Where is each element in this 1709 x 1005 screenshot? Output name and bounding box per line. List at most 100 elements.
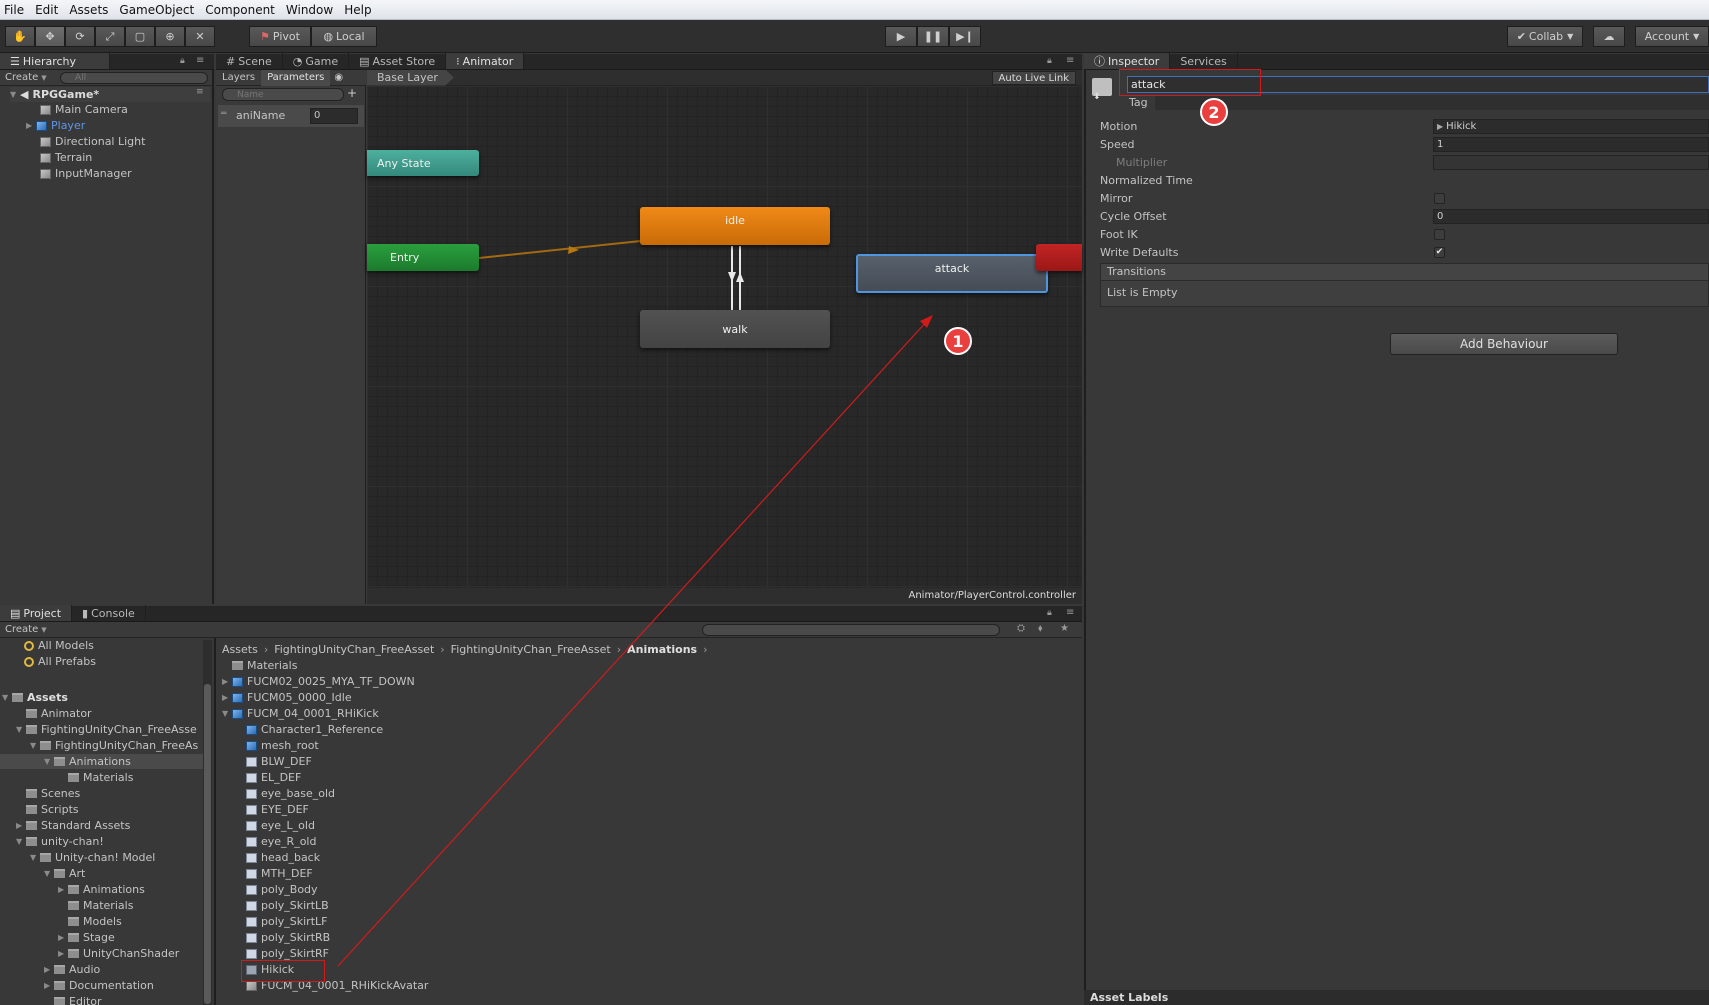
hierarchy-item-player[interactable]: ▶ Player bbox=[26, 118, 85, 133]
folder-tree-item[interactable]: Editor bbox=[44, 994, 102, 1005]
expand-arrow-icon[interactable]: ▼ bbox=[44, 869, 54, 878]
hierarchy-item-directional-light[interactable]: Directional Light bbox=[40, 134, 145, 149]
tree-scrollbar-thumb[interactable] bbox=[204, 684, 211, 1004]
step-button[interactable]: ▶❙ bbox=[949, 26, 981, 47]
folder-tree-item[interactable]: ▼ Art bbox=[44, 866, 85, 881]
folder-tree-item[interactable]: ▼ FightingUnityChan_FreeAs bbox=[30, 738, 198, 753]
foot-ik-checkbox[interactable] bbox=[1434, 229, 1445, 240]
tab-asset-store[interactable]: ▤ Asset Store bbox=[349, 53, 447, 69]
expand-arrow-icon[interactable]: ▼ bbox=[30, 741, 40, 750]
motion-field[interactable]: ▶ Hikick bbox=[1433, 119, 1709, 134]
lock-icon[interactable]: 🔒︎ bbox=[1047, 608, 1052, 618]
breadcrumb-item[interactable]: FightingUnityChan_FreeAsset bbox=[274, 643, 434, 656]
hierarchy-item-inputmanager[interactable]: InputManager bbox=[40, 166, 132, 181]
local-button[interactable]: ◍ Local bbox=[311, 26, 377, 47]
idle-state-node[interactable]: idle bbox=[640, 207, 830, 245]
scene-row[interactable]: ▼ ◀ RPGGame* bbox=[10, 87, 210, 102]
asset-list-item[interactable]: MTH_DEF bbox=[236, 866, 313, 881]
multiplier-field[interactable] bbox=[1433, 155, 1709, 170]
asset-list-item[interactable]: poly_SkirtLB bbox=[236, 898, 329, 913]
folder-tree-item[interactable]: Models bbox=[58, 914, 122, 929]
rect-tool-button[interactable]: ▢ bbox=[125, 26, 155, 47]
hierarchy-search-input[interactable] bbox=[60, 72, 208, 84]
cloud-button[interactable]: ☁ bbox=[1593, 26, 1625, 47]
asset-list-item[interactable]: EL_DEF bbox=[236, 770, 301, 785]
folder-tree-item[interactable]: ▶ Documentation bbox=[44, 978, 154, 993]
cycle-offset-field[interactable]: 0 bbox=[1433, 209, 1709, 224]
transform-tool-button[interactable]: ⊕ bbox=[155, 26, 185, 47]
param-row[interactable]: ═ aniName 0 bbox=[218, 105, 364, 127]
project-create-dropdown[interactable]: Create bbox=[5, 624, 38, 635]
tab-inspector[interactable]: ⓘ Inspector bbox=[1084, 53, 1171, 69]
expand-arrow-icon[interactable]: ▶ bbox=[222, 677, 232, 686]
tree-scrollbar[interactable] bbox=[203, 640, 212, 1005]
expand-arrow-icon[interactable]: ▼ bbox=[44, 757, 54, 766]
speed-field[interactable]: 1 bbox=[1433, 137, 1709, 152]
asset-list-item[interactable]: ▶ FUCM02_0025_MYA_TF_DOWN bbox=[222, 674, 415, 689]
hand-tool-button[interactable]: ✋ bbox=[5, 26, 35, 47]
expand-arrow-icon[interactable]: ▼ bbox=[30, 853, 40, 862]
play-button[interactable]: ▶ bbox=[885, 26, 917, 47]
create-dropdown[interactable]: Create bbox=[5, 72, 38, 83]
entry-node[interactable]: Entry bbox=[367, 244, 479, 271]
folder-tree-item[interactable]: ▶ Audio bbox=[44, 962, 100, 977]
favorite-star-icon[interactable]: ★ bbox=[1060, 623, 1069, 634]
auto-live-link-button[interactable]: Auto Live Link bbox=[991, 71, 1076, 85]
collab-button[interactable]: ✔ Collab ▼ bbox=[1507, 26, 1583, 47]
asset-list-item[interactable]: Character1_Reference bbox=[236, 722, 383, 737]
rotate-tool-button[interactable]: ⟳ bbox=[65, 26, 95, 47]
breadcrumb-item[interactable]: Assets bbox=[222, 643, 258, 656]
menu-window[interactable]: Window bbox=[282, 3, 340, 17]
favorite-all-prefabs[interactable]: All Prefabs bbox=[24, 654, 96, 669]
breadcrumb-item[interactable]: FightingUnityChan_FreeAsset bbox=[451, 643, 611, 656]
scale-tool-button[interactable]: ⤢ bbox=[95, 26, 125, 47]
expand-arrow-icon[interactable]: ▶ bbox=[58, 933, 68, 942]
folder-tree-item[interactable]: ▶ UnityChanShader bbox=[58, 946, 179, 961]
exit-node[interactable] bbox=[1036, 244, 1082, 271]
menu-edit[interactable]: Edit bbox=[31, 3, 65, 17]
asset-list-item[interactable]: poly_SkirtLF bbox=[236, 914, 327, 929]
base-layer-breadcrumb[interactable]: Base Layer bbox=[367, 69, 454, 86]
menu-assets[interactable]: Assets bbox=[65, 3, 115, 17]
add-behaviour-button[interactable]: Add Behaviour bbox=[1390, 333, 1618, 355]
expand-arrow-icon[interactable]: ▶ bbox=[58, 949, 68, 958]
hierarchy-item-main-camera[interactable]: Main Camera bbox=[40, 102, 128, 117]
folder-tree-item[interactable]: Animator bbox=[16, 706, 92, 721]
scene-menu-icon[interactable]: ≡ bbox=[196, 87, 204, 97]
folder-tree-item[interactable]: ▶ Animations bbox=[58, 882, 145, 897]
expand-arrow-icon[interactable]: ▶ bbox=[16, 821, 26, 830]
expand-arrow-icon[interactable]: ▶ bbox=[222, 693, 232, 702]
eye-icon[interactable]: ◉ bbox=[334, 72, 343, 83]
project-search-input[interactable] bbox=[702, 624, 1000, 636]
move-tool-button[interactable]: ✥ bbox=[35, 26, 65, 47]
pause-button[interactable]: ❚❚ bbox=[917, 26, 949, 47]
panel-menu-icon[interactable]: ≡ bbox=[1066, 55, 1074, 66]
account-button[interactable]: Account ▼ bbox=[1635, 26, 1709, 47]
pivot-button[interactable]: ⚑ Pivot bbox=[249, 26, 311, 47]
asset-list-item[interactable]: eye_base_old bbox=[236, 786, 335, 801]
folder-tree-item[interactable]: Scripts bbox=[16, 802, 79, 817]
tab-game[interactable]: ◔ Game bbox=[283, 53, 350, 69]
asset-list-item[interactable]: ▼ FUCM_04_0001_RHiKick bbox=[222, 706, 379, 721]
filter-type-icon[interactable]: ⛭ bbox=[1017, 623, 1025, 634]
folder-tree-item[interactable]: ▼ Unity-chan! Model bbox=[30, 850, 155, 865]
asset-list-item[interactable]: poly_Body bbox=[236, 882, 318, 897]
menu-file[interactable]: File bbox=[0, 3, 31, 17]
write-defaults-checkbox[interactable]: ✔ bbox=[1434, 247, 1445, 258]
asset-list-item[interactable]: mesh_root bbox=[236, 738, 319, 753]
folder-tree-item[interactable]: ▶ Standard Assets bbox=[16, 818, 130, 833]
asset-list-item[interactable]: eye_L_old bbox=[236, 818, 315, 833]
panel-menu-icon[interactable]: ≡ bbox=[196, 55, 204, 66]
menu-component[interactable]: Component bbox=[201, 3, 282, 17]
param-value-field[interactable]: 0 bbox=[310, 108, 358, 124]
folder-tree-item[interactable]: ▼ FightingUnityChan_FreeAsse bbox=[16, 722, 197, 737]
tab-animator[interactable]: ⁝ Animator bbox=[446, 53, 525, 69]
folder-tree-item[interactable]: Materials bbox=[58, 898, 133, 913]
folder-tree-item[interactable]: ▶ Stage bbox=[58, 930, 115, 945]
tab-scene[interactable]: # Scene bbox=[216, 53, 283, 69]
entry-to-idle-transition[interactable] bbox=[478, 240, 642, 259]
asset-list-item[interactable]: eye_R_old bbox=[236, 834, 316, 849]
layers-tab[interactable]: Layers bbox=[216, 70, 261, 86]
lock-icon[interactable]: 🔒︎ bbox=[1047, 56, 1052, 66]
tab-console[interactable]: ▮ Console bbox=[72, 605, 146, 621]
